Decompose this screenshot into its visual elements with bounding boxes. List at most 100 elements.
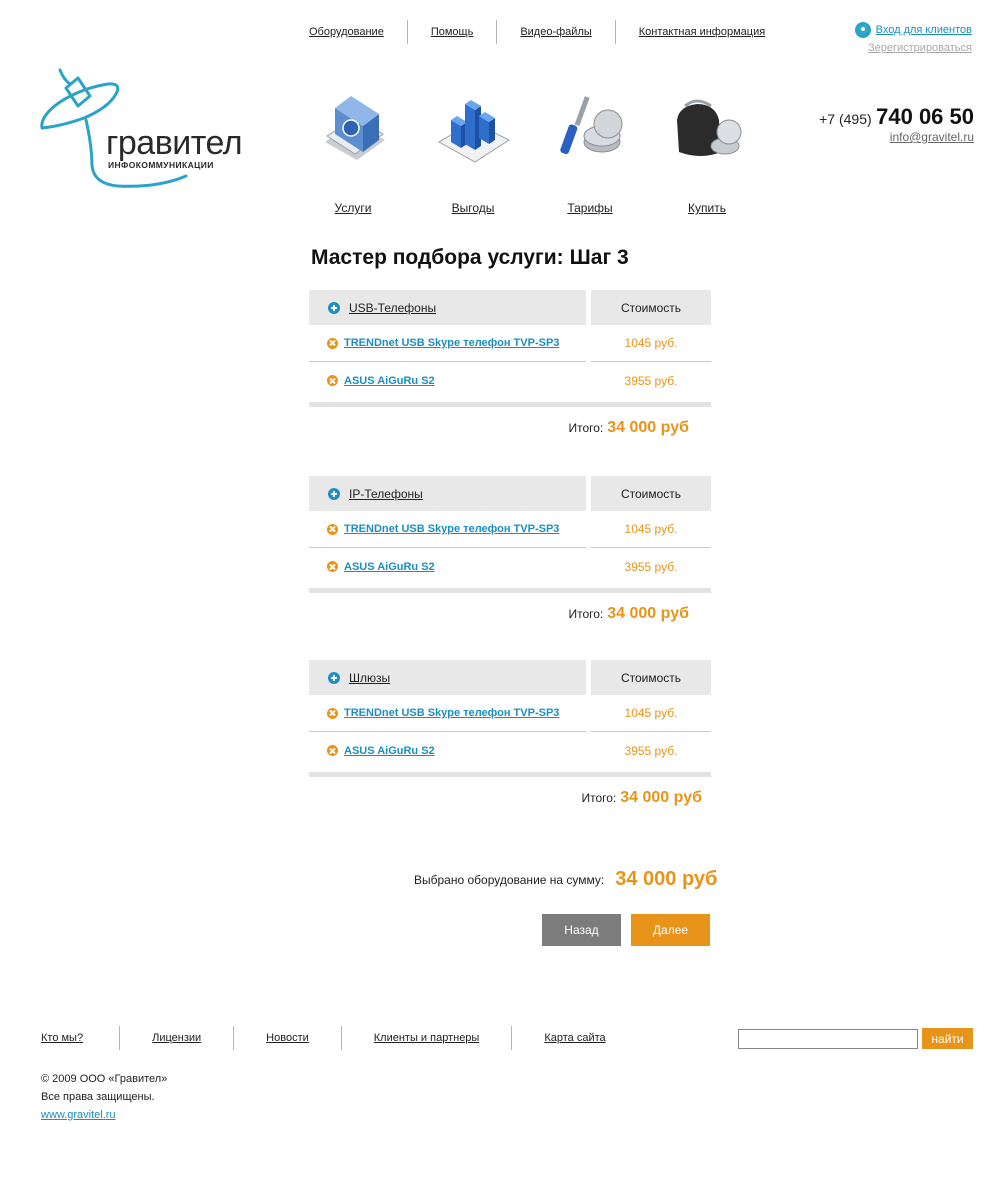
top-nav-contacts[interactable]: Контактная информация xyxy=(616,20,788,44)
icon-nav-services-label[interactable]: Услуги xyxy=(305,201,401,215)
expand-icon[interactable] xyxy=(328,671,340,684)
total-value: 34 000 руб xyxy=(607,605,689,622)
summary: Выбрано оборудование на сумму: 34 000 ру… xyxy=(414,868,717,891)
icon-nav: Услуги Выгоды Тарифы Купить xyxy=(305,90,745,215)
icon-nav-tariffs[interactable]: Тарифы xyxy=(542,90,638,215)
table-row: TRENDnet USB Skype телефон TVP-SP3 1045 … xyxy=(309,695,711,732)
group-title-link[interactable]: USB-Телефоны xyxy=(349,301,436,315)
item-link[interactable]: TRENDnet USB Skype телефон TVP-SP3 xyxy=(344,707,559,719)
item-price: 3955 руб. xyxy=(624,559,678,574)
item-price: 1045 руб. xyxy=(591,325,711,362)
login-block: Вход для клиентов Зерегистрироваться xyxy=(854,22,972,54)
top-nav: Оборудование Помощь Видео-файлы Контактн… xyxy=(300,20,788,44)
item-link[interactable]: ASUS AiGuRu S2 xyxy=(344,375,435,387)
item-link[interactable]: TRENDnet USB Skype телефон TVP-SP3 xyxy=(344,337,559,349)
logo-word: гравител xyxy=(106,124,243,162)
next-button[interactable]: Далее xyxy=(631,914,710,946)
item-price: 3955 руб. xyxy=(624,373,678,388)
total-label: Итого: xyxy=(568,607,604,621)
table-row: ASUS AiGuRu S2 3955 руб. xyxy=(309,732,711,769)
item-price: 1045 руб. xyxy=(591,511,711,548)
cost-header: Стоимость xyxy=(591,660,711,695)
total-value: 34 000 руб xyxy=(607,419,689,436)
group-header: Шлюзы xyxy=(309,660,586,695)
benefits-chart-icon xyxy=(437,100,511,163)
remove-icon[interactable] xyxy=(327,745,338,756)
group-total: Итого: 34 000 руб xyxy=(309,789,711,807)
divider xyxy=(309,772,711,777)
top-nav-help[interactable]: Помощь xyxy=(408,20,497,44)
phone-prefix: +7 (495) xyxy=(819,111,872,127)
remove-icon[interactable] xyxy=(327,561,338,572)
icon-nav-services[interactable]: Услуги xyxy=(305,90,401,215)
footer-nav-sitemap[interactable]: Карта сайта xyxy=(512,1026,637,1050)
icon-nav-tariffs-label[interactable]: Тарифы xyxy=(542,201,638,215)
buy-wallet-icon xyxy=(677,99,742,156)
remove-icon[interactable] xyxy=(327,707,338,719)
icon-nav-buy[interactable]: Купить xyxy=(659,90,755,215)
user-icon xyxy=(854,22,871,38)
footer-nav-clients[interactable]: Клиенты и партнеры xyxy=(342,1026,512,1050)
search-button[interactable]: найти xyxy=(922,1028,973,1049)
phone-number: 740 06 50 xyxy=(876,104,974,129)
client-login-link[interactable]: Вход для клиентов xyxy=(876,24,972,36)
divider xyxy=(309,588,711,593)
site-link[interactable]: www.gravitel.ru xyxy=(41,1109,116,1121)
remove-icon[interactable] xyxy=(327,375,338,386)
contacts: +7 (495) 740 06 50 info@gravitel.ru xyxy=(819,104,974,144)
item-price: 1045 руб. xyxy=(591,695,711,732)
services-book-icon xyxy=(325,96,385,160)
search-form: найти xyxy=(738,1028,973,1049)
divider xyxy=(309,402,711,407)
page-title-step: Шаг 3 xyxy=(569,246,629,269)
register-link[interactable]: Зерегистрироваться xyxy=(855,42,972,54)
expand-icon[interactable] xyxy=(328,487,340,500)
table-row: TRENDnet USB Skype телефон TVP-SP3 1045 … xyxy=(309,325,711,362)
cost-header: Стоимость xyxy=(591,290,711,325)
logo-sub: ИНФОКОММУНИКАЦИИ xyxy=(108,160,214,170)
copyright: © 2009 ООО «Гравител» Все права защищены… xyxy=(41,1070,167,1124)
remove-icon[interactable] xyxy=(327,337,338,349)
item-link[interactable]: ASUS AiGuRu S2 xyxy=(344,745,435,757)
footer-nav-about[interactable]: Кто мы? xyxy=(41,1026,119,1050)
cost-header: Стоимость xyxy=(591,476,711,511)
icon-nav-buy-label[interactable]: Купить xyxy=(659,201,755,215)
footer-nav-news[interactable]: Новости xyxy=(234,1026,341,1050)
total-label: Итого: xyxy=(581,791,617,805)
icon-nav-benefits[interactable]: Выгоды xyxy=(425,90,521,215)
item-price: 3955 руб. xyxy=(624,743,678,758)
item-link[interactable]: TRENDnet USB Skype телефон TVP-SP3 xyxy=(344,523,559,535)
table-row: ASUS AiGuRu S2 3955 руб. xyxy=(309,548,711,585)
footer-nav-licenses[interactable]: Лицензии xyxy=(120,1026,233,1050)
item-link[interactable]: ASUS AiGuRu S2 xyxy=(344,561,435,573)
group-title-link[interactable]: Шлюзы xyxy=(349,671,390,685)
group-header: IP-Телефоны xyxy=(309,476,586,511)
total-value: 34 000 руб xyxy=(620,789,702,806)
table-row: TRENDnet USB Skype телефон TVP-SP3 1045 … xyxy=(309,511,711,548)
group-total: Итого: 34 000 руб xyxy=(309,605,711,623)
search-input[interactable] xyxy=(738,1028,918,1049)
group-header: USB-Телефоны xyxy=(309,290,586,325)
copyright-line1: © 2009 ООО «Гравител» xyxy=(41,1073,168,1085)
summary-value: 34 000 руб xyxy=(615,868,718,890)
equipment-group: USB-Телефоны Стоимость TRENDnet USB Skyp… xyxy=(309,290,711,437)
icon-nav-benefits-label[interactable]: Выгоды xyxy=(425,201,521,215)
equipment-group: IP-Телефоны Стоимость TRENDnet USB Skype… xyxy=(309,476,711,623)
back-button[interactable]: Назад xyxy=(542,914,621,946)
logo[interactable]: гравител ИНФОКОММУНИКАЦИИ xyxy=(38,66,268,192)
page-title-text: Мастер подбора услуги: xyxy=(311,246,564,269)
top-nav-equipment[interactable]: Оборудование xyxy=(300,20,407,44)
copyright-line2: Все права защищены. xyxy=(41,1091,155,1103)
top-nav-video[interactable]: Видео-файлы xyxy=(497,20,614,44)
group-total: Итого: 34 000 руб xyxy=(309,419,711,437)
summary-label: Выбрано оборудование на сумму: xyxy=(414,872,605,887)
tariffs-tools-coins-icon xyxy=(560,96,623,155)
footer-nav: Кто мы? Лицензии Новости Клиенты и партн… xyxy=(41,1026,638,1050)
remove-icon[interactable] xyxy=(327,523,338,535)
expand-icon[interactable] xyxy=(328,301,340,314)
total-label: Итого: xyxy=(568,421,604,435)
equipment-group: Шлюзы Стоимость TRENDnet USB Skype телеф… xyxy=(309,660,711,807)
page-title: Мастер подбора услуги: Шаг 3 xyxy=(311,246,629,270)
email-link[interactable]: info@gravitel.ru xyxy=(819,130,974,144)
group-title-link[interactable]: IP-Телефоны xyxy=(349,487,423,501)
